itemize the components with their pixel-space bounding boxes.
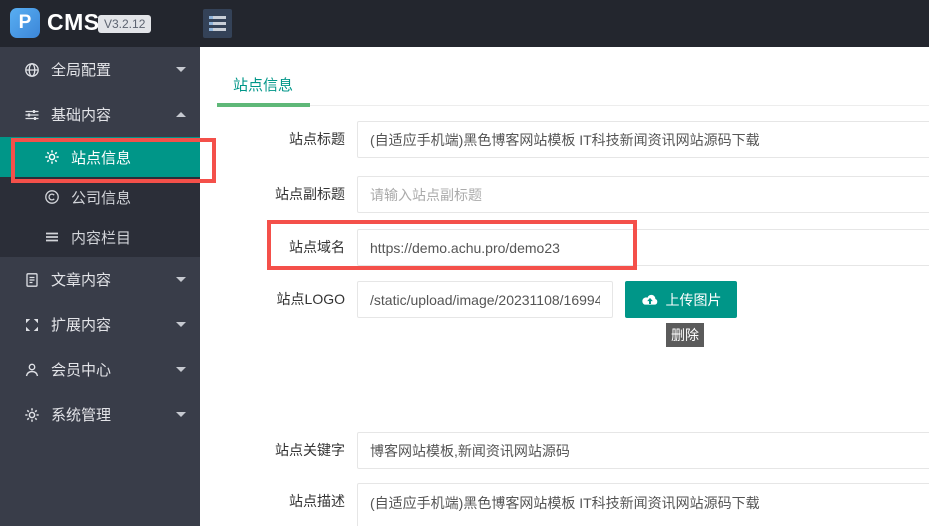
sidebar-item-system-management[interactable]: 系统管理 (0, 392, 200, 437)
logo-glyph: P (18, 12, 32, 33)
tab-site-info[interactable]: 站点信息 (233, 74, 293, 95)
upload-button-label: 上传图片 (665, 291, 722, 308)
tab-active-underline (217, 103, 310, 107)
site-subtitle-input[interactable] (357, 176, 929, 213)
sidebar-item-label: 文章内容 (51, 272, 112, 289)
user-icon (24, 362, 40, 378)
delete-tooltip[interactable]: 删除 (666, 323, 704, 347)
site-description-label: 站点描述 (289, 493, 345, 509)
version-badge: V3.2.12 (98, 15, 152, 33)
site-keywords-label: 站点关键字 (275, 442, 345, 458)
globe-icon (24, 62, 40, 78)
site-domain-input[interactable] (357, 229, 929, 266)
gear-icon (24, 407, 40, 423)
sidebar-item-label: 扩展内容 (51, 317, 112, 334)
copyright-icon (44, 189, 60, 205)
app-title: CMS (47, 9, 100, 35)
hamburger-icon (209, 16, 226, 19)
chevron-down-icon (176, 367, 186, 372)
sidebar-item-global-config[interactable]: 全局配置 (0, 47, 200, 92)
gear-icon (44, 149, 60, 165)
site-domain-label: 站点域名 (289, 239, 345, 255)
upload-cloud-icon (641, 292, 659, 307)
sidebar-item-company-info[interactable]: 公司信息 (0, 177, 200, 217)
chevron-down-icon (176, 322, 186, 327)
expand-icon (24, 317, 40, 333)
site-title-label: 站点标题 (289, 131, 345, 147)
upload-image-button[interactable]: 上传图片 (625, 281, 737, 318)
sidebar-item-site-info[interactable]: 站点信息 (0, 137, 200, 177)
chevron-down-icon (176, 277, 186, 282)
chevron-up-icon (176, 112, 186, 117)
sliders-icon (24, 107, 40, 123)
sidebar-item-label: 内容栏目 (71, 229, 132, 247)
sidebar-item-label: 基础内容 (51, 107, 112, 124)
sidebar-item-label: 全局配置 (51, 62, 112, 79)
chevron-down-icon (176, 412, 186, 417)
app-logo[interactable]: P (10, 8, 40, 38)
sidebar-item-article-content[interactable]: 文章内容 (0, 257, 200, 302)
site-logo-label: 站点LOGO (276, 291, 345, 307)
site-keywords-input[interactable] (357, 432, 929, 469)
site-logo-input[interactable] (357, 281, 613, 318)
sidebar-item-content-columns[interactable]: 内容栏目 (0, 217, 200, 257)
sidebar-item-label: 站点信息 (71, 149, 132, 167)
sidebar-item-member-center[interactable]: 会员中心 (0, 347, 200, 392)
site-title-input[interactable] (357, 121, 929, 158)
app-window: P CMS V3.2.12 全局配置 基础内容 站点信息 公司信息 内容栏目 文… (0, 0, 929, 526)
sidebar-item-label: 会员中心 (51, 362, 112, 379)
sidebar-item-extended-content[interactable]: 扩展内容 (0, 302, 200, 347)
chevron-down-icon (176, 67, 186, 72)
sidebar-submenu: 站点信息 公司信息 内容栏目 (0, 137, 200, 257)
site-subtitle-label: 站点副标题 (275, 186, 345, 202)
list-icon (44, 229, 60, 245)
document-icon (24, 272, 40, 288)
sidebar-item-label: 公司信息 (71, 189, 132, 207)
sidebar-item-basic-content[interactable]: 基础内容 (0, 92, 200, 137)
tab-divider (310, 105, 929, 106)
site-description-input[interactable]: (自适应手机端)黑色博客网站模板 IT科技新闻资讯网站源码下载 (357, 483, 929, 526)
sidebar: 全局配置 基础内容 站点信息 公司信息 内容栏目 文章内容 扩展内容 会员中心 … (0, 47, 200, 526)
sidebar-item-label: 系统管理 (51, 407, 112, 424)
top-header: P CMS V3.2.12 (0, 0, 929, 47)
main-content: 站点信息 站点标题 站点副标题 站点域名 站点LOGO 上传图片 删除 站点关键… (200, 47, 929, 526)
sidebar-toggle-button[interactable] (203, 9, 232, 38)
